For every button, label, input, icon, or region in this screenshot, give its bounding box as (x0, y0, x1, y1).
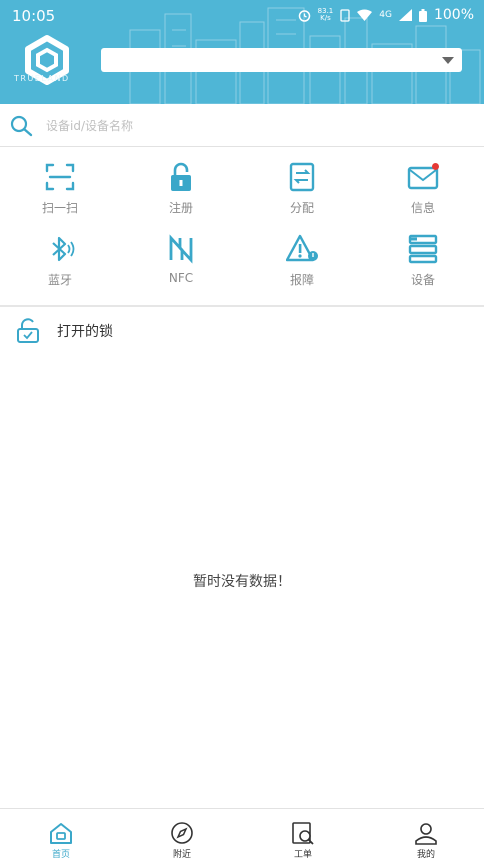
function-report-fault[interactable]: 报障 (242, 219, 362, 289)
function-label: 分配 (289, 201, 314, 215)
alarm-icon (298, 9, 310, 22)
workorder-icon (292, 822, 314, 845)
scan-icon (45, 163, 75, 191)
unlocked-lock-icon (17, 318, 39, 343)
bottom-tab-bar: 首页 附近 工单 我的 (0, 808, 484, 862)
function-assign[interactable]: 分配 (242, 147, 362, 217)
tab-profile[interactable]: 我的 (381, 809, 471, 862)
function-nfc[interactable]: NFC (121, 219, 241, 289)
profile-icon (415, 823, 437, 845)
function-register[interactable]: 注册 (121, 147, 241, 217)
function-label: 报障 (289, 273, 314, 287)
function-scan[interactable]: 扫一扫 (0, 147, 120, 217)
section-divider (0, 305, 484, 307)
function-device[interactable]: 设备 (363, 219, 483, 289)
home-icon (50, 823, 72, 844)
compass-icon (171, 822, 193, 844)
network-speed: 83.1 K/s (317, 7, 334, 22)
battery-icon (418, 8, 427, 22)
project-selector-dropdown[interactable] (101, 48, 462, 72)
bluetooth-icon (52, 236, 75, 262)
tab-label: 首页 (51, 850, 70, 860)
transfer-icon (289, 162, 315, 192)
warning-icon (286, 234, 318, 262)
notification-badge (432, 163, 439, 170)
function-label: 信息 (410, 201, 435, 215)
function-bluetooth[interactable]: 蓝牙 (0, 219, 120, 289)
lock-icon (171, 162, 191, 191)
section-title: 打开的锁 (57, 324, 113, 340)
status-icons: 83.1 K/s 4G 100% (298, 7, 474, 23)
function-label: NFC (168, 271, 194, 285)
status-time: 10:05 (12, 7, 56, 25)
search-input[interactable] (44, 114, 468, 138)
wifi-icon (357, 9, 373, 21)
signal-icon (398, 9, 412, 21)
search-icon (10, 115, 33, 137)
search-bar (0, 104, 484, 147)
app-header: 10:05 83.1 K/s 4G 100% TRUELAND (0, 0, 484, 104)
message-icon (407, 163, 439, 190)
status-bar: 10:05 83.1 K/s 4G 100% (0, 0, 484, 32)
logo-text: TRUELAND (14, 74, 70, 83)
tab-work-order[interactable]: 工单 (258, 809, 348, 862)
function-message[interactable]: 信息 (363, 147, 483, 217)
sim-icon (340, 8, 350, 22)
empty-state-text: 暂时没有数据！ (193, 574, 291, 590)
function-label: 注册 (168, 201, 193, 215)
tab-label: 工单 (293, 850, 312, 860)
chevron-down-icon (442, 57, 454, 64)
tab-label: 附近 (172, 850, 191, 860)
tab-label: 我的 (416, 850, 435, 860)
function-grid: 扫一扫 注册 分配 信息 蓝牙 NFC 报障 设备 (0, 147, 484, 305)
battery-level: 100% (433, 7, 474, 23)
function-label: 扫一扫 (41, 201, 78, 215)
nfc-icon (169, 234, 193, 264)
tab-home[interactable]: 首页 (16, 809, 106, 862)
network-type: 4G (379, 10, 392, 20)
tab-nearby[interactable]: 附近 (137, 809, 227, 862)
opened-locks-header: 打开的锁 (0, 314, 484, 348)
function-label: 蓝牙 (47, 273, 72, 287)
function-label: 设备 (410, 273, 435, 287)
device-icon (408, 234, 438, 264)
